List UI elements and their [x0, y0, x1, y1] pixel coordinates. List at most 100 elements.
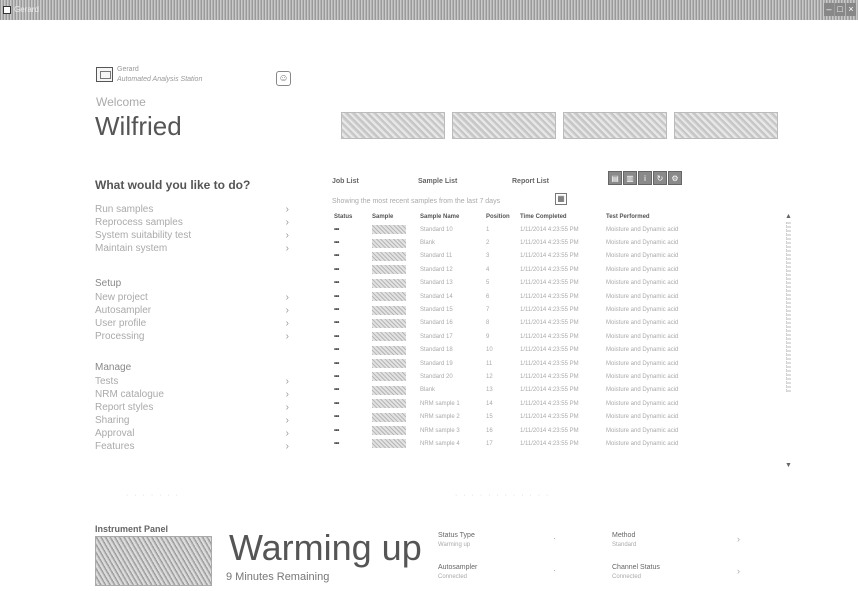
sample-table: Status Sample Sample Name Position Time … [332, 211, 724, 451]
sample-thumbnail-cell [370, 250, 418, 263]
menu-item-report-styles[interactable]: Report styles › [95, 402, 295, 415]
action-button-1[interactable] [341, 112, 445, 139]
position-cell: 4 [486, 266, 490, 273]
table-row[interactable]: ••• Standard 12 4 1/11/2014 4:23:55 PM Moist… [332, 263, 724, 276]
column-header-sample-name[interactable]: Sample Name [418, 211, 484, 223]
scroll-up-icon[interactable]: ▲ [785, 213, 792, 220]
table-row[interactable]: ••• Blank 2 1/11/2014 4:23:55 PM Moisture an… [332, 236, 724, 249]
menu-item-features[interactable]: Features › [95, 441, 295, 454]
status-cell: ••• [334, 373, 339, 380]
sample-thumbnail-cell [370, 357, 418, 370]
action-button-3[interactable] [563, 112, 667, 139]
window-titlebar: Gerard – □ × [0, 0, 858, 20]
tab-job-list[interactable]: Job List [332, 178, 359, 185]
status-cell: ••• [334, 253, 339, 260]
table-scrollbar-thumb[interactable] [786, 222, 791, 392]
table-row[interactable]: ••• Standard 11 3 1/11/2014 4:23:55 PM Moist… [332, 250, 724, 263]
test-performed-cell: Moisture and Dynamic acid [606, 387, 679, 394]
scroll-down-icon[interactable]: ▼ [785, 462, 792, 469]
sample-thumbnail-cell [370, 223, 418, 236]
table-row[interactable]: ••• Standard 19 11 1/11/2014 4:23:55 PM Mois… [332, 357, 724, 370]
test-performed-cell: Moisture and Dynamic acid [606, 414, 679, 421]
menu-item-autosampler[interactable]: Autosampler › [95, 305, 295, 318]
menu-item-nrm-catalogue[interactable]: NRM catalogue › [95, 389, 295, 402]
sample-thumbnail [372, 332, 406, 342]
menu-item-new-project[interactable]: New project › [95, 292, 295, 305]
close-icon[interactable]: × [846, 3, 856, 16]
chevron-right-icon: › [285, 389, 289, 400]
table-row[interactable]: ••• NRM sample 4 17 1/11/2014 4:23:55 PM Moi… [332, 437, 724, 450]
refresh-icon[interactable]: ↻ [653, 171, 667, 185]
print-icon[interactable]: ▤ [608, 171, 622, 185]
channel-status-label: Channel Status [612, 564, 660, 571]
chevron-right-icon[interactable]: › [737, 566, 740, 576]
sample-thumbnail-cell [370, 370, 418, 383]
table-row[interactable]: ••• NRM sample 2 15 1/11/2014 4:23:55 PM Moi… [332, 410, 724, 423]
status-cell: ••• [334, 320, 339, 327]
chevron-right-icon: › [285, 204, 289, 215]
time-completed-cell: 1/11/2014 4:23:55 PM [520, 347, 579, 354]
table-row[interactable]: ••• NRM sample 3 16 1/11/2014 4:23:55 PM Moi… [332, 424, 724, 437]
menu-item-approval[interactable]: Approval › [95, 428, 295, 441]
table-row[interactable]: ••• Standard 14 6 1/11/2014 4:23:55 PM Moist… [332, 290, 724, 303]
column-header-status[interactable]: Status [332, 211, 370, 223]
table-row[interactable]: ••• Standard 17 9 1/11/2014 4:23:55 PM Moist… [332, 330, 724, 343]
sample-thumbnail [372, 305, 406, 315]
calendar-icon[interactable]: ▦ [555, 193, 567, 205]
position-cell: 8 [486, 320, 490, 327]
action-button-2[interactable] [452, 112, 556, 139]
menu-item-run-samples[interactable]: Run samples › [95, 204, 295, 217]
sample-name-cell: NRM sample 3 [420, 427, 460, 434]
table-row[interactable]: ••• Standard 10 1 1/11/2014 4:23:55 PM Moist… [332, 223, 724, 236]
status-cell: ••• [334, 347, 339, 354]
sidebar-main-group: Run samples › Reprocess samples › System s… [95, 204, 295, 256]
menu-item-reprocess-samples[interactable]: Reprocess samples › [95, 217, 295, 230]
user-profile-icon[interactable]: ☺ [276, 71, 291, 86]
maximize-icon[interactable]: □ [835, 3, 845, 16]
menu-item-sharing[interactable]: Sharing › [95, 415, 295, 428]
column-header-time-completed[interactable]: Time Completed [518, 211, 604, 223]
menu-item-system-suitability[interactable]: System suitability test › [95, 230, 295, 243]
table-row[interactable]: ••• Standard 15 7 1/11/2014 4:23:55 PM Moist… [332, 303, 724, 316]
column-header-test-performed[interactable]: Test Performed [604, 211, 724, 223]
export-icon[interactable]: ▥ [623, 171, 637, 185]
chevron-right-icon: › [285, 441, 289, 452]
tab-report-list[interactable]: Report List [512, 178, 549, 185]
tab-sample-list[interactable]: Sample List [418, 178, 457, 185]
table-row[interactable]: ••• Blank 13 1/11/2014 4:23:55 PM Moisture a… [332, 384, 724, 397]
table-row[interactable]: ••• Standard 18 10 1/11/2014 4:23:55 PM Mois… [332, 344, 724, 357]
info-icon[interactable]: i [638, 171, 652, 185]
position-cell: 13 [486, 387, 493, 394]
table-row[interactable]: ••• Standard 16 8 1/11/2014 4:23:55 PM Moist… [332, 317, 724, 330]
chevron-right-icon[interactable]: › [737, 534, 740, 544]
position-cell: 12 [486, 373, 493, 380]
manage-heading: Manage [95, 362, 132, 373]
sample-thumbnail [372, 238, 406, 248]
menu-item-tests[interactable]: Tests › [95, 376, 295, 389]
minimize-icon[interactable]: – [824, 3, 834, 16]
table-row[interactable]: ••• NRM sample 1 14 1/11/2014 4:23:55 PM Moi… [332, 397, 724, 410]
time-completed-cell: 1/11/2014 4:23:55 PM [520, 226, 579, 233]
status-cell: ••• [334, 400, 339, 407]
time-remaining: 9 Minutes Remaining [226, 571, 330, 583]
menu-item-maintain-system[interactable]: Maintain system › [95, 243, 295, 256]
menu-item-processing[interactable]: Processing › [95, 331, 295, 344]
column-header-position[interactable]: Position [484, 211, 518, 223]
action-button-4[interactable] [674, 112, 778, 139]
table-row[interactable]: ••• Standard 13 5 1/11/2014 4:23:55 PM Moist… [332, 277, 724, 290]
sample-thumbnail [372, 439, 406, 449]
instrument-status: Warming up [229, 527, 422, 568]
position-cell: 14 [486, 400, 493, 407]
column-header-sample[interactable]: Sample [370, 211, 418, 223]
menu-item-user-profile[interactable]: User profile › [95, 318, 295, 331]
sample-name-cell: Blank [420, 387, 436, 394]
sample-name-cell: NRM sample 4 [420, 440, 460, 447]
test-performed-cell: Moisture and Dynamic acid [606, 427, 679, 434]
settings-icon[interactable]: ⚙ [668, 171, 682, 185]
position-cell: 9 [486, 333, 490, 340]
table-row[interactable]: ••• Standard 20 12 1/11/2014 4:23:55 PM Mois… [332, 370, 724, 383]
sample-thumbnail-cell [370, 330, 418, 343]
position-cell: 1 [486, 226, 490, 233]
status-cell: ••• [334, 440, 339, 447]
sample-thumbnail-cell [370, 424, 418, 437]
